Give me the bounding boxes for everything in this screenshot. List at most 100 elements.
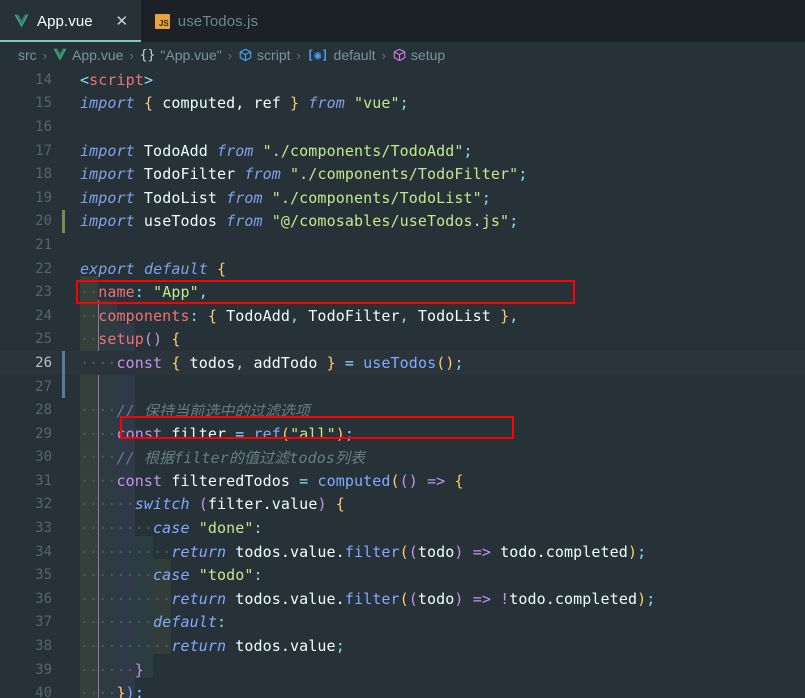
breadcrumb: src › App.vue › {} "App.vue" › script › … bbox=[0, 42, 805, 68]
code-line-text: ·· name: "App", bbox=[80, 283, 208, 302]
code-line[interactable]: 38 ·········· return todos.value; bbox=[0, 634, 805, 658]
gutter-change-marker bbox=[62, 209, 65, 234]
code-line-text: ····}); bbox=[80, 684, 144, 698]
line-number: 35 bbox=[35, 567, 52, 584]
breadcrumb-item-app-vue[interactable]: App.vue bbox=[53, 47, 123, 63]
line-number: 27 bbox=[35, 378, 52, 395]
breadcrumb-label: setup bbox=[410, 47, 446, 63]
breadcrumb-label: script bbox=[257, 47, 291, 63]
code-line[interactable]: 39 ······} bbox=[0, 658, 805, 682]
code-line-text: ·········· return todos.value. filter((tod… bbox=[80, 589, 656, 608]
code-line[interactable]: 32 ······ switch (filter.value) { bbox=[0, 493, 805, 517]
breadcrumb-item-src[interactable]: src bbox=[18, 47, 37, 63]
line-number: 16 bbox=[35, 118, 52, 135]
line-number: 34 bbox=[35, 543, 52, 560]
code-line-text: ········ default: bbox=[80, 613, 227, 632]
code-line[interactable]: 22 export default { bbox=[0, 257, 805, 281]
code-line[interactable]: 33 ········ case "done": bbox=[0, 516, 805, 540]
breadcrumb-item-setup[interactable]: setup bbox=[392, 47, 445, 63]
code-line-text: ·· components: { TodoAdd, TodoFilter, Tod… bbox=[80, 306, 519, 325]
code-line[interactable]: 30 ····// 根据filter的值过滤todos列表 bbox=[0, 446, 805, 470]
line-number: 36 bbox=[35, 590, 52, 607]
vue-icon bbox=[53, 48, 67, 62]
tab-label: useTodos.js bbox=[177, 12, 259, 30]
breadcrumb-separator: › bbox=[227, 47, 233, 63]
code-line-text: ·· setup() { bbox=[80, 330, 181, 349]
code-line[interactable]: 25 ·· setup() { bbox=[0, 328, 805, 352]
code-line-text: import TodoFilter from "./components/Tod… bbox=[80, 165, 528, 184]
code-line-text: ····// 根据filter的值过滤todos列表 bbox=[80, 448, 366, 467]
breadcrumb-item-script[interactable]: script bbox=[238, 47, 291, 63]
line-number: 37 bbox=[35, 614, 52, 631]
line-number: 30 bbox=[35, 449, 52, 466]
tab-app-vue[interactable]: App.vue ✕ bbox=[0, 0, 141, 42]
breadcrumb-label: "App.vue" bbox=[160, 47, 222, 63]
js-icon: JS bbox=[154, 13, 170, 29]
code-line-text: import TodoList from "./components/TodoL… bbox=[80, 188, 491, 207]
code-line[interactable]: 37 ········ default: bbox=[0, 611, 805, 635]
line-number: 29 bbox=[35, 425, 52, 442]
code-line-text: export default { bbox=[80, 259, 227, 278]
gutter-change-marker bbox=[62, 351, 65, 375]
code-line[interactable]: 16 bbox=[0, 115, 805, 139]
tab-usetodos-js[interactable]: JS useTodos.js bbox=[140, 0, 271, 42]
line-number: 39 bbox=[35, 661, 52, 678]
code-line[interactable]: 35 ········ case "todo": bbox=[0, 563, 805, 587]
code-line-text: ···· const filter = ref("all"); bbox=[80, 424, 354, 443]
line-number: 22 bbox=[35, 260, 52, 277]
braces-icon: {} bbox=[139, 47, 156, 63]
code-line[interactable]: 31 ···· const filteredTodos = computed(() … bbox=[0, 469, 805, 493]
code-line[interactable]: 21 bbox=[0, 233, 805, 257]
breadcrumb-item-app-vue-symbol[interactable]: {} "App.vue" bbox=[140, 47, 222, 63]
code-line-text: < script > bbox=[80, 70, 154, 89]
code-line[interactable]: 15 import { computed, ref } from "vue"; bbox=[0, 92, 805, 116]
code-line-text: ···· const { todos, addTodo } = useTodos(… bbox=[80, 353, 464, 372]
cube-blue-icon bbox=[238, 48, 252, 62]
code-line[interactable]: 28 ····// 保持当前选中的过滤选项 bbox=[0, 398, 805, 422]
code-line-text: ········ case "todo": bbox=[80, 566, 263, 585]
cube-purple-icon bbox=[392, 48, 406, 62]
code-line[interactable]: 29 ···· const filter = ref("all"); bbox=[0, 422, 805, 446]
code-line[interactable]: 24 ·· components: { TodoAdd, TodoFilter, T… bbox=[0, 304, 805, 328]
code-line-text: import { computed, ref } from "vue"; bbox=[80, 94, 409, 113]
breadcrumb-item-default[interactable]: [◉] default bbox=[307, 47, 376, 63]
code-line[interactable]: 20 import useTodos from "@/comosables/use… bbox=[0, 209, 805, 234]
line-number: 31 bbox=[35, 472, 52, 489]
code-line[interactable]: 36 ·········· return todos.value. filter((t… bbox=[0, 587, 805, 611]
code-line[interactable]: 17 import TodoAdd from "./components/Todo… bbox=[0, 139, 805, 163]
code-line[interactable]: 19 import TodoList from "./components/Tod… bbox=[0, 186, 805, 210]
code-line[interactable]: 26 ···· const { todos, addTodo } = useTodo… bbox=[0, 351, 805, 375]
line-number: 28 bbox=[35, 402, 52, 419]
code-line[interactable]: 23 ·· name: "App", bbox=[0, 280, 805, 304]
code-line-text: ····// 保持当前选中的过滤选项 bbox=[80, 401, 311, 420]
line-number: 26 bbox=[35, 354, 52, 371]
code-editor[interactable]: 14 < script > 15 import { computed, ref } fro… bbox=[0, 68, 805, 698]
code-lines[interactable]: 14 < script > 15 import { computed, ref } fro… bbox=[0, 68, 805, 698]
code-line[interactable]: 34 ·········· return todos.value. filter((t… bbox=[0, 540, 805, 564]
code-line[interactable]: 14 < script > bbox=[0, 68, 805, 92]
code-line[interactable]: 40 ····}); bbox=[0, 681, 805, 698]
breadcrumb-separator: › bbox=[42, 47, 48, 63]
breadcrumb-label: default bbox=[333, 47, 376, 63]
vue-icon bbox=[14, 14, 29, 28]
code-line-text: ········ case "done": bbox=[80, 519, 263, 538]
code-line-text: ·········· return todos.value. filter((tod… bbox=[80, 542, 647, 561]
breadcrumb-label: src bbox=[18, 47, 37, 63]
vscode-window: App.vue ✕ JS useTodos.js src › App.vue ›… bbox=[0, 0, 805, 698]
breadcrumb-separator: › bbox=[129, 47, 134, 63]
line-number: 15 bbox=[35, 95, 52, 112]
line-number: 23 bbox=[35, 284, 52, 301]
code-line[interactable]: 27 bbox=[0, 374, 805, 399]
line-number: 40 bbox=[35, 685, 52, 698]
close-icon[interactable]: ✕ bbox=[115, 14, 129, 29]
line-number: 25 bbox=[35, 331, 52, 348]
code-line[interactable]: 18 import TodoFilter from "./components/T… bbox=[0, 162, 805, 186]
breadcrumb-separator: › bbox=[296, 47, 301, 63]
line-number: 21 bbox=[35, 236, 52, 253]
line-number: 32 bbox=[35, 496, 52, 513]
editor-tab-bar: App.vue ✕ JS useTodos.js bbox=[0, 0, 805, 42]
breadcrumb-separator: › bbox=[381, 47, 386, 63]
breadcrumb-label: App.vue bbox=[72, 47, 124, 63]
line-number: 17 bbox=[35, 142, 52, 159]
line-number: 24 bbox=[35, 307, 52, 324]
